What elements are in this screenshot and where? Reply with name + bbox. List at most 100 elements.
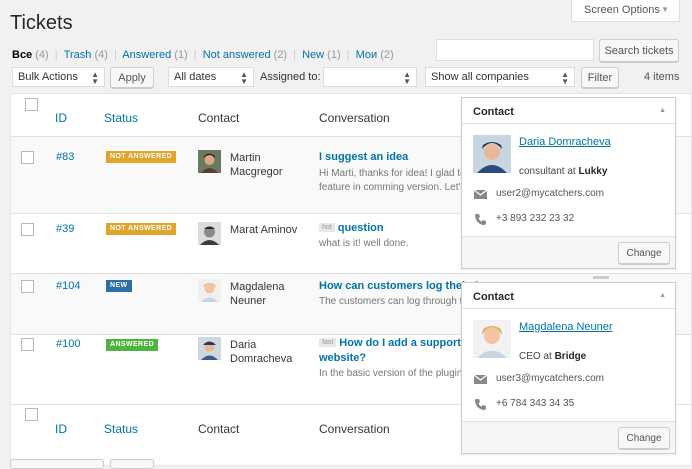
items-count: 4 items [644, 71, 680, 83]
contact-last-name: Neuner [230, 295, 267, 307]
view-answered[interactable]: Answered [122, 49, 171, 61]
dates-select[interactable]: All dates ▲ ▼ [168, 67, 254, 87]
contact-name: Daria Domracheva [230, 338, 292, 366]
view-trash-count: (4) [94, 49, 108, 61]
view-separator: | [346, 49, 350, 61]
row-checkbox[interactable] [21, 280, 34, 293]
select-arrows-icon: ▲ ▼ [91, 70, 99, 86]
view-new-count: (1) [327, 49, 341, 61]
contact-company: Bridge [554, 351, 587, 362]
column-header-conversation: Conversation [319, 111, 390, 125]
envelope-icon [473, 373, 488, 386]
conversation-excerpt: feature in comming version. Let's [319, 182, 466, 193]
view-not-answered-count: (2) [273, 49, 288, 61]
contact-name: Martin Macgregor [230, 151, 283, 179]
contact-first-name: Martin [230, 152, 261, 164]
contact-phone: +6 784 343 34 35 [496, 398, 575, 409]
search-input[interactable] [436, 39, 594, 61]
tag-badge: fast [319, 338, 337, 347]
contact-name: Marat Aminov [230, 224, 298, 236]
contact-position: consultant [519, 166, 565, 177]
collapse-arrow-icon[interactable]: ▲ [659, 107, 666, 114]
screen-options-label: Screen Options [584, 4, 660, 16]
conversation-title: hot question [319, 222, 384, 234]
companies-select[interactable]: Show all companies ▲ ▼ [425, 67, 575, 87]
ticket-id-link[interactable]: #39 [56, 223, 74, 235]
view-mine-count: (2) [380, 49, 394, 61]
panel-title: Contact [473, 106, 514, 118]
assigned-to-select[interactable]: ▲ ▼ [323, 67, 417, 87]
contact-last-name: Macgregor [230, 166, 283, 178]
search-tickets-button[interactable]: Search tickets [599, 39, 679, 62]
conversation-title-continued[interactable]: website? [319, 352, 366, 364]
bulk-actions-select[interactable]: Bulk Actions ▲ ▼ [12, 67, 105, 87]
view-separator: | [54, 49, 58, 61]
status-badge: NEW [106, 280, 132, 292]
change-contact-button[interactable]: Change [618, 242, 670, 264]
filter-button[interactable]: Filter [581, 67, 619, 88]
avatar [198, 222, 221, 245]
companies-value: Show all companies [431, 71, 529, 83]
conversation-title-link[interactable]: question [338, 222, 384, 234]
collapse-arrow-icon[interactable]: ▲ [659, 292, 666, 299]
panel-header: Contact ▲ [462, 98, 675, 124]
contact-job: CEO at Bridge [519, 351, 586, 362]
column-footer-conversation: Conversation [319, 422, 390, 436]
contact-name-link[interactable]: Daria Domracheva [519, 136, 611, 148]
status-badge: ANSWERED [106, 339, 159, 351]
row-checkbox[interactable] [21, 151, 34, 164]
contact-panel: Contact ▲ Magdalena Neuner CEO at Bridge… [461, 282, 676, 454]
column-header-status[interactable]: Status [104, 111, 138, 125]
screen-options-button[interactable]: Screen Options ▼ [571, 0, 680, 22]
row-checkbox[interactable] [21, 223, 34, 236]
ticket-id-link[interactable]: #100 [56, 338, 80, 350]
view-separator: | [193, 49, 197, 61]
apply-button-bottom[interactable] [110, 459, 154, 469]
apply-button[interactable]: Apply [110, 67, 154, 88]
phone-icon [474, 213, 487, 226]
avatar [473, 135, 511, 173]
row-checkbox[interactable] [21, 338, 34, 351]
select-all-checkbox-footer[interactable] [25, 408, 38, 421]
bulk-actions-select-bottom[interactable] [10, 459, 104, 469]
select-arrows-icon: ▲ ▼ [240, 70, 248, 86]
contact-name-link[interactable]: Magdalena Neuner [519, 321, 613, 333]
view-all[interactable]: Все [12, 49, 32, 61]
conversation-excerpt: The customers can log through th [319, 296, 468, 307]
contact-first-name: Magdalena [230, 281, 285, 293]
ticket-id-link[interactable]: #83 [56, 151, 74, 163]
page-title: Tickets [10, 12, 73, 34]
column-footer-id[interactable]: ID [55, 422, 67, 436]
panel-drag-handle[interactable] [593, 276, 609, 279]
select-all-checkbox[interactable] [25, 98, 38, 111]
contact-company: Lukky [578, 166, 608, 177]
conversation-title-link[interactable]: How do I add a support c [339, 337, 470, 349]
conversation-excerpt: what is it! well done. [319, 238, 409, 249]
select-arrows-icon: ▲ ▼ [561, 70, 569, 86]
avatar [198, 337, 221, 360]
avatar [473, 320, 511, 358]
view-not-answered[interactable]: Not answered [203, 49, 271, 61]
contact-position: CEO [519, 351, 541, 362]
view-trash[interactable]: Trash [64, 49, 92, 61]
phone-icon [474, 398, 487, 411]
contact-name: Magdalena Neuner [230, 280, 284, 308]
contact-first-name: Daria [230, 339, 257, 351]
conversation-title-link[interactable]: I suggest an idea [319, 151, 408, 163]
conversation-excerpt: In the basic version of the plugin, [319, 368, 466, 379]
column-footer-status[interactable]: Status [104, 422, 138, 436]
avatar [198, 279, 221, 302]
envelope-icon [473, 188, 488, 201]
column-header-contact: Contact [198, 111, 240, 125]
column-header-id[interactable]: ID [55, 111, 67, 125]
panel-title: Contact [473, 291, 514, 303]
view-mine[interactable]: Мои [356, 49, 378, 61]
view-new[interactable]: New [302, 49, 324, 61]
conversation-title-link[interactable]: How can customers log their C [319, 280, 480, 292]
change-contact-button[interactable]: Change [618, 427, 670, 449]
panel-footer: Change [462, 421, 675, 453]
contact-last-name: Domracheva [230, 353, 293, 365]
ticket-id-link[interactable]: #104 [56, 280, 80, 292]
tag-badge: hot [319, 223, 335, 232]
panel-header: Contact ▲ [462, 283, 675, 309]
